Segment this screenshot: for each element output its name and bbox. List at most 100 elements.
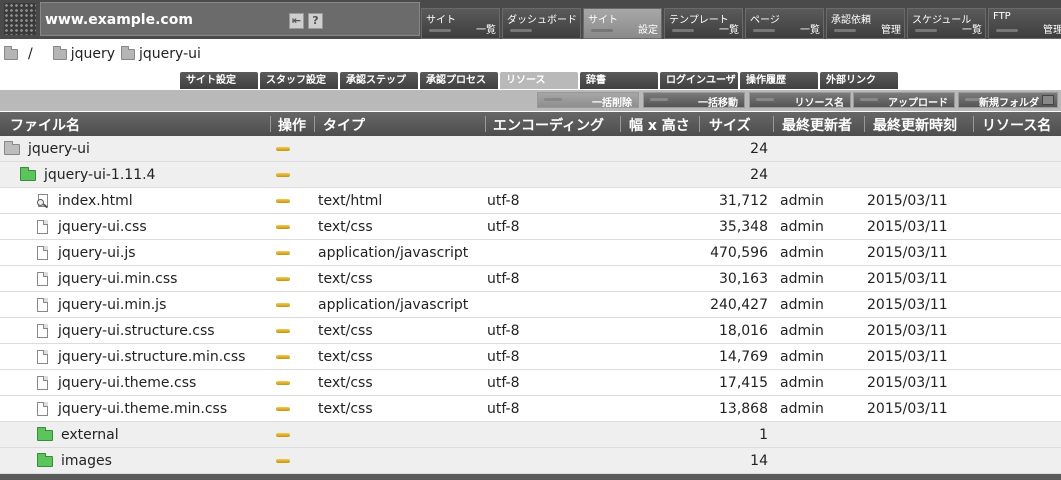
operation-menu-icon[interactable] (276, 303, 290, 307)
table-row[interactable]: jquery-ui.min.css text/css utf-8 30,163 admi… (0, 266, 1061, 292)
tab-1[interactable]: スタッフ設定 (260, 72, 338, 89)
top-nav-item-0[interactable]: サイト 一覧 (421, 8, 500, 39)
file-name-cell[interactable]: external (37, 426, 119, 443)
operation-menu-icon[interactable] (276, 251, 290, 255)
table-row[interactable]: jquery-ui.theme.min.css text/css utf-8 13,8… (0, 396, 1061, 422)
col-dimensions[interactable]: 幅 x 高さ (629, 115, 690, 135)
col-resource-name[interactable]: リソース名 (982, 115, 1051, 135)
operation-menu-icon[interactable] (276, 329, 290, 333)
resource-name-button[interactable]: リソース名 (749, 92, 851, 109)
col-operation: 操作 (278, 118, 306, 134)
file-name-cell[interactable]: index.html (37, 193, 133, 209)
operation-menu-icon[interactable] (276, 381, 290, 385)
top-nav-item-6[interactable]: スケジュール 一覧 (907, 8, 986, 39)
nav-bar-icon (996, 29, 1018, 32)
operation-menu-icon[interactable] (276, 199, 290, 203)
file-name-cell[interactable]: jquery-ui.min.js (37, 297, 166, 313)
top-nav-item-4[interactable]: ページ 一覧 (745, 8, 824, 39)
col-last-modified-time[interactable]: 最終更新時刻 (873, 115, 957, 135)
col-type[interactable]: タイプ (323, 115, 365, 135)
table-row[interactable]: images 14 (0, 448, 1061, 474)
tab-3[interactable]: 承認プロセス (420, 72, 498, 89)
operation-menu-icon[interactable] (276, 277, 290, 281)
file-icon (37, 272, 48, 286)
encoding-cell: utf-8 (487, 193, 520, 209)
button-label: リソース名 (794, 98, 845, 109)
site-name-box[interactable]: www.example.com (40, 2, 420, 36)
file-name-cell[interactable]: jquery-ui.min.css (37, 271, 177, 287)
file-name: jquery-ui.min.css (58, 271, 178, 287)
table-row[interactable]: index.html text/html utf-8 31,712 admin 2015/… (0, 188, 1061, 214)
breadcrumb-item-jquery[interactable]: jquery (52, 45, 115, 62)
file-name: external (61, 427, 119, 443)
operation-menu-icon[interactable] (276, 355, 290, 359)
top-nav-item-7[interactable]: FTP 管理 (988, 8, 1061, 39)
type-cell: text/css (318, 349, 373, 365)
folder-icon (4, 140, 20, 155)
top-nav-label: ダッシュボード (507, 15, 577, 26)
file-name-cell[interactable]: jquery-ui.theme.css (37, 375, 196, 391)
tab-7[interactable]: 操作履歴 (740, 72, 818, 89)
file-name: images (61, 453, 112, 469)
file-name-cell[interactable]: jquery-ui (4, 140, 90, 157)
operation-menu-icon[interactable] (276, 225, 290, 229)
last-modified-time-cell: 2015/03/11 (867, 245, 948, 261)
table-row[interactable]: external 1 (0, 422, 1061, 448)
last-modified-time-cell: 2015/03/11 (867, 323, 948, 339)
nav-bar-icon (915, 29, 937, 32)
file-name-cell[interactable]: jquery-ui-1.11.4 (20, 166, 155, 183)
column-divider (620, 116, 621, 132)
table-row[interactable]: jquery-ui.js application/javascript 470,59… (0, 240, 1061, 266)
file-name-cell[interactable]: images (37, 452, 112, 469)
table-row[interactable]: jquery-ui.structure.css text/css utf-8 18,0… (0, 318, 1061, 344)
logout-icon[interactable]: ⇤ (289, 13, 304, 29)
top-nav-item-1[interactable]: ダッシュボード (502, 8, 581, 39)
file-name-cell[interactable]: jquery-ui.structure.min.css (37, 349, 245, 365)
file-name: jquery-ui (28, 141, 90, 157)
operation-menu-icon[interactable] (276, 147, 290, 151)
top-nav-item-5[interactable]: 承認依頼 管理 (826, 8, 905, 39)
table-row[interactable]: jquery-ui 24 (0, 136, 1061, 162)
top-nav-item-2[interactable]: サイト 設定 (583, 8, 662, 39)
tab-5[interactable]: 辞書 (580, 72, 658, 89)
file-icon (37, 376, 48, 390)
breadcrumb-root[interactable]: / (28, 46, 33, 62)
operation-menu-icon[interactable] (276, 407, 290, 411)
col-size[interactable]: サイズ (709, 115, 751, 135)
app-logo-icon[interactable] (4, 3, 36, 35)
tab-2[interactable]: 承認ステップ (340, 72, 418, 89)
table-row[interactable]: jquery-ui.structure.min.css text/css utf-8… (0, 344, 1061, 370)
tab-4[interactable]: リソース (500, 72, 578, 89)
file-name-cell[interactable]: jquery-ui.js (37, 245, 136, 261)
bulk-delete-button[interactable]: 一括削除 (537, 92, 639, 109)
col-last-modified-by[interactable]: 最終更新者 (782, 115, 852, 135)
table-row[interactable]: jquery-ui-1.11.4 24 (0, 162, 1061, 188)
table-row[interactable]: jquery-ui.css text/css utf-8 35,348 admin 201… (0, 214, 1061, 240)
table-row[interactable]: jquery-ui.min.js application/javascript 24… (0, 292, 1061, 318)
file-name-cell[interactable]: jquery-ui.structure.css (37, 323, 215, 339)
bulk-move-button[interactable]: 一括移動 (643, 92, 745, 109)
tab-8[interactable]: 外部リンク (820, 72, 898, 89)
col-filename[interactable]: ファイル名 (10, 115, 80, 135)
new-folder-button[interactable]: 新規フォルダ (958, 92, 1058, 109)
file-name-cell[interactable]: jquery-ui.theme.min.css (37, 401, 227, 417)
type-cell: text/css (318, 401, 373, 417)
last-modified-time-cell: 2015/03/11 (867, 193, 948, 209)
operation-menu-icon[interactable] (276, 433, 290, 437)
operation-menu-icon[interactable] (276, 459, 290, 463)
file-icon (37, 402, 48, 416)
help-icon[interactable]: ? (308, 13, 323, 29)
breadcrumb-item-jquery-ui[interactable]: jquery-ui (121, 45, 201, 62)
file-name-cell[interactable]: jquery-ui.css (37, 219, 147, 235)
tab-0[interactable]: サイト設定 (180, 72, 258, 89)
table-row[interactable]: jquery-ui.theme.css text/css utf-8 17,415 ad… (0, 370, 1061, 396)
top-nav-item-3[interactable]: テンプレート 一覧 (664, 8, 743, 39)
size-cell: 18,016 (719, 323, 768, 339)
encoding-cell: utf-8 (487, 323, 520, 339)
operation-menu-icon[interactable] (276, 173, 290, 177)
upload-button[interactable]: アップロード (853, 92, 955, 109)
col-encoding[interactable]: エンコーディング (493, 115, 604, 135)
type-cell: application/javascript (318, 245, 469, 261)
size-cell: 17,415 (719, 375, 768, 391)
tab-6[interactable]: ログインユーザ (660, 72, 738, 89)
